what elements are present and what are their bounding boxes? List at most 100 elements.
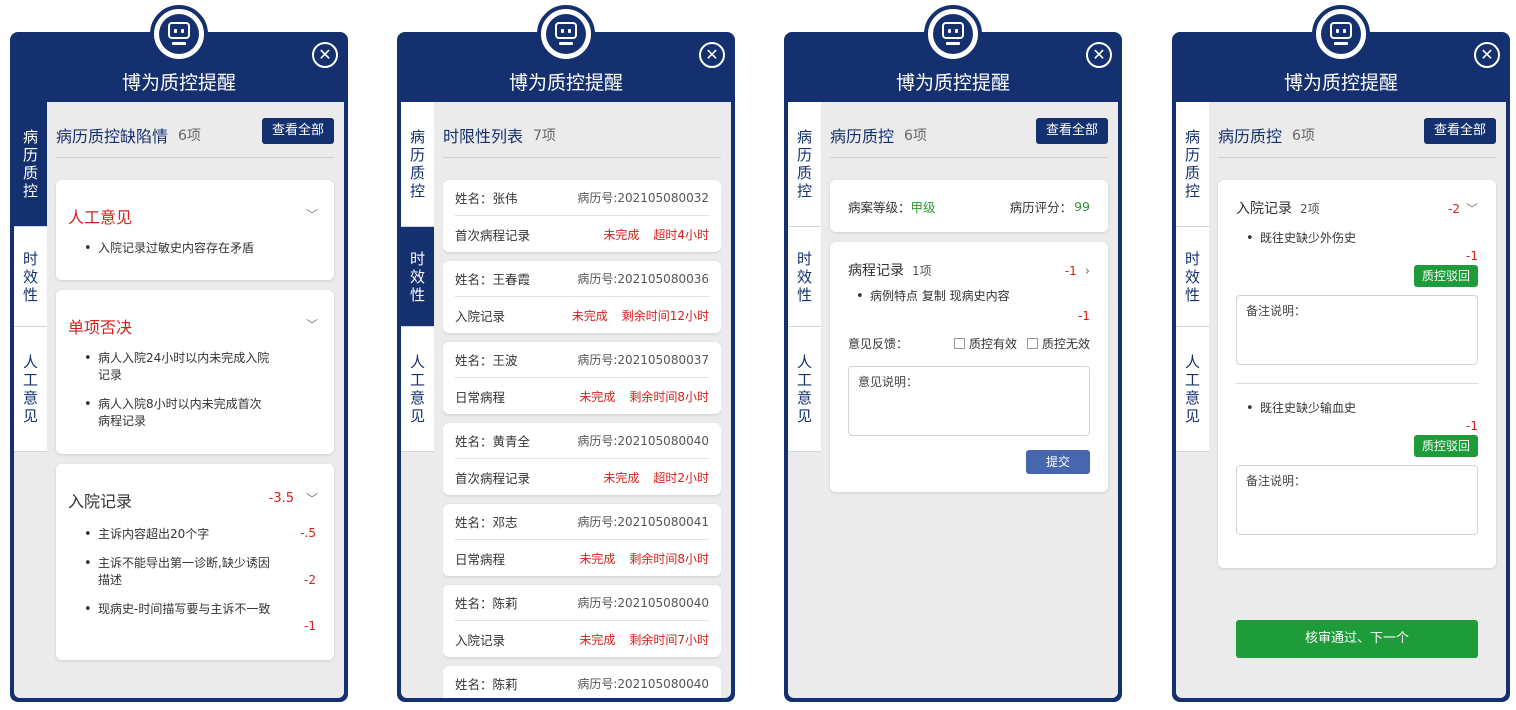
section-count: 7项: [533, 127, 556, 144]
item-score: -1: [304, 619, 316, 633]
chevron-right-icon[interactable]: ›: [1085, 264, 1090, 279]
approve-next-button[interactable]: 核审通过、下一个: [1236, 620, 1478, 658]
tab-record-qc[interactable]: 病历质控: [788, 102, 821, 227]
note-textarea[interactable]: 备注说明：: [1236, 465, 1478, 535]
reject-button[interactable]: 质控驳回: [1414, 435, 1478, 457]
table-row[interactable]: 姓名：陈莉 病历号:202105080040 入院记录 未完成 剩余时间7小时: [443, 585, 721, 657]
chevron-down-icon[interactable]: ﹀: [306, 490, 318, 507]
panel-content: 病历质控 时效性 人工意见 病历质控 6项 查看全部 病案等级： 甲级 病历评分…: [788, 102, 1118, 698]
tab-char: 意: [22, 389, 38, 407]
table-row[interactable]: 姓名：邓志 病历号:202105080041 日常病程 未完成 剩余时间8小时: [443, 504, 721, 576]
item-score: -.5: [300, 526, 316, 540]
record-number: 病历号:202105080040: [577, 677, 709, 691]
tab-char: 性: [1184, 285, 1200, 304]
panel-content: 病历质控 时效性 人工意见 病历质控 6项 查看全部 入院记录 2项 -2 ﹀: [1176, 102, 1506, 698]
tab-char: 工: [409, 371, 425, 389]
status-text: 未完成: [579, 389, 616, 404]
record-number: 病历号:202105080040: [577, 434, 709, 448]
tab-char: 质: [1184, 164, 1200, 182]
item-text: 主诉不能导出第一诊断,缺少诱因描述: [82, 555, 272, 589]
submit-button[interactable]: 提交: [1026, 450, 1090, 474]
list-item: 既往史缺少输血史: [1244, 400, 1478, 417]
main-area: 病历质控 6项 查看全部 病案等级： 甲级 病历评分： 99 病程记录 1项 -…: [830, 112, 1108, 698]
list-item: 现病史-时间描写要与主诉不一致 -1: [82, 601, 322, 633]
tab-char: 意: [796, 389, 812, 407]
chevron-down-icon[interactable]: ﹀: [306, 206, 318, 223]
tab-char: 见: [796, 407, 812, 425]
card-admission-record[interactable]: 入院记录 -3.5 ﹀ 主诉内容超出20个字 -.5 主诉不能导出第一诊断,缺少…: [56, 464, 334, 660]
feedback-label: 意见反馈：: [848, 337, 909, 351]
tab-timeliness[interactable]: 时效性: [788, 227, 821, 327]
tab-record-qc[interactable]: 病历质控: [14, 102, 47, 227]
section-title: 病历质控缺陷情: [56, 126, 169, 146]
admission-review-card: 入院记录 2项 -2 ﹀ 既往史缺少外伤史 -1 质控驳回 备注说明： 既往史缺…: [1218, 180, 1496, 568]
close-icon[interactable]: ✕: [312, 42, 338, 68]
close-icon[interactable]: ✕: [1474, 42, 1500, 68]
item-score: -2: [304, 573, 316, 587]
score-value: 99: [1074, 198, 1090, 214]
list-item: 主诉不能导出第一诊断,缺少诱因描述 -2: [82, 555, 322, 589]
side-tabs: 病历质控 时效性 人工意见: [788, 102, 821, 452]
tab-record-qc[interactable]: 病历质控: [401, 102, 434, 227]
tab-manual-opinion[interactable]: 人工意见: [1176, 327, 1209, 452]
list-item: 既往史缺少外伤史: [1244, 230, 1478, 247]
list-item: 入院记录过敏史内容存在矛盾: [82, 240, 322, 257]
table-row[interactable]: 姓名：王波 病历号:202105080037 日常病程 未完成 剩余时间8小时: [443, 342, 721, 414]
chevron-down-icon[interactable]: ﹀: [1466, 200, 1478, 217]
panel-record-qc-review: 博为质控提醒 ✕ 病历质控 时效性 人工意见 病历质控 6项 查看全部 入院记录: [1172, 5, 1510, 702]
tab-char: 性: [22, 285, 38, 304]
tab-char: 见: [409, 407, 425, 425]
tab-manual-opinion[interactable]: 人工意见: [788, 327, 821, 452]
card-title: 人工意见: [68, 208, 133, 227]
grade-card: 病案等级： 甲级 病历评分： 99: [830, 180, 1108, 232]
opinion-textarea[interactable]: 意见说明：: [848, 366, 1090, 436]
table-row[interactable]: 姓名：黄青全 病历号:202105080040 首次病程记录 未完成 超时2小时: [443, 423, 721, 495]
tab-char: 效: [1184, 267, 1200, 286]
close-icon[interactable]: ✕: [1086, 42, 1112, 68]
tab-char: 历: [409, 146, 425, 164]
card-score: -3.5: [268, 491, 294, 506]
tab-char: 质: [22, 164, 38, 182]
tab-char: 病: [409, 128, 425, 146]
tab-timeliness[interactable]: 时效性: [1176, 227, 1209, 327]
table-row[interactable]: 姓名：王春霞 病历号:202105080036 入院记录 未完成 剩余时间12小时: [443, 261, 721, 333]
record-number: 病历号:202105080037: [577, 353, 709, 367]
tab-char: 性: [409, 285, 425, 304]
section-score: -2: [1448, 202, 1460, 216]
tab-char: 时: [796, 249, 812, 268]
status-text: 未完成: [579, 551, 616, 566]
tab-char: 见: [1184, 407, 1200, 425]
card-manual-opinion[interactable]: 人工意见 ﹀ 入院记录过敏史内容存在矛盾: [56, 180, 334, 280]
view-all-button[interactable]: 查看全部: [1035, 118, 1108, 144]
tab-record-qc[interactable]: 病历质控: [1176, 102, 1209, 227]
valid-checkbox[interactable]: 质控有效: [953, 335, 1017, 352]
reject-button[interactable]: 质控驳回: [1414, 265, 1478, 287]
table-row[interactable]: 姓名：张伟 病历号:202105080032 首次病程记录 未完成 超时4小时: [443, 180, 721, 252]
card-veto[interactable]: 单项否决 ﹀ 病人入院24小时以内未完成入院记录 病人入院8小时以内未完成首次病…: [56, 290, 334, 454]
status-text: 未完成: [579, 632, 616, 647]
note-textarea[interactable]: 备注说明：: [1236, 295, 1478, 365]
tab-timeliness[interactable]: 时效性: [14, 227, 47, 327]
patient-name: 姓名：王波: [455, 353, 518, 368]
tab-manual-opinion[interactable]: 人工意见: [14, 327, 47, 452]
item-score: -1: [1466, 249, 1478, 263]
section-count: 6项: [904, 127, 927, 144]
robot-logo-icon: [537, 5, 595, 63]
item-score: -1: [1466, 419, 1478, 433]
section-header: 病历质控 6项 查看全部: [1218, 112, 1496, 158]
view-all-button[interactable]: 查看全部: [1423, 118, 1496, 144]
invalid-checkbox[interactable]: 质控无效: [1026, 335, 1090, 352]
chevron-down-icon[interactable]: ﹀: [306, 316, 318, 333]
table-row[interactable]: 姓名：陈莉 病历号:202105080040: [443, 666, 721, 698]
close-icon[interactable]: ✕: [699, 42, 725, 68]
panel-title: 博为质控提醒: [508, 72, 623, 94]
panel-timeliness: 博为质控提醒 ✕ 病历质控 时效性 人工意见 时限性列表 7项 姓名：张伟 病历号…: [397, 5, 735, 702]
section-title: 入院记录: [1236, 201, 1292, 217]
patient-name: 姓名：陈莉: [455, 596, 518, 611]
tab-timeliness[interactable]: 时效性: [401, 227, 434, 327]
patient-name: 姓名：张伟: [455, 191, 518, 206]
course-title: 病程记录: [848, 263, 904, 279]
panel-title: 博为质控提醒: [1283, 72, 1398, 94]
tab-manual-opinion[interactable]: 人工意见: [401, 327, 434, 452]
view-all-button[interactable]: 查看全部: [261, 118, 334, 144]
